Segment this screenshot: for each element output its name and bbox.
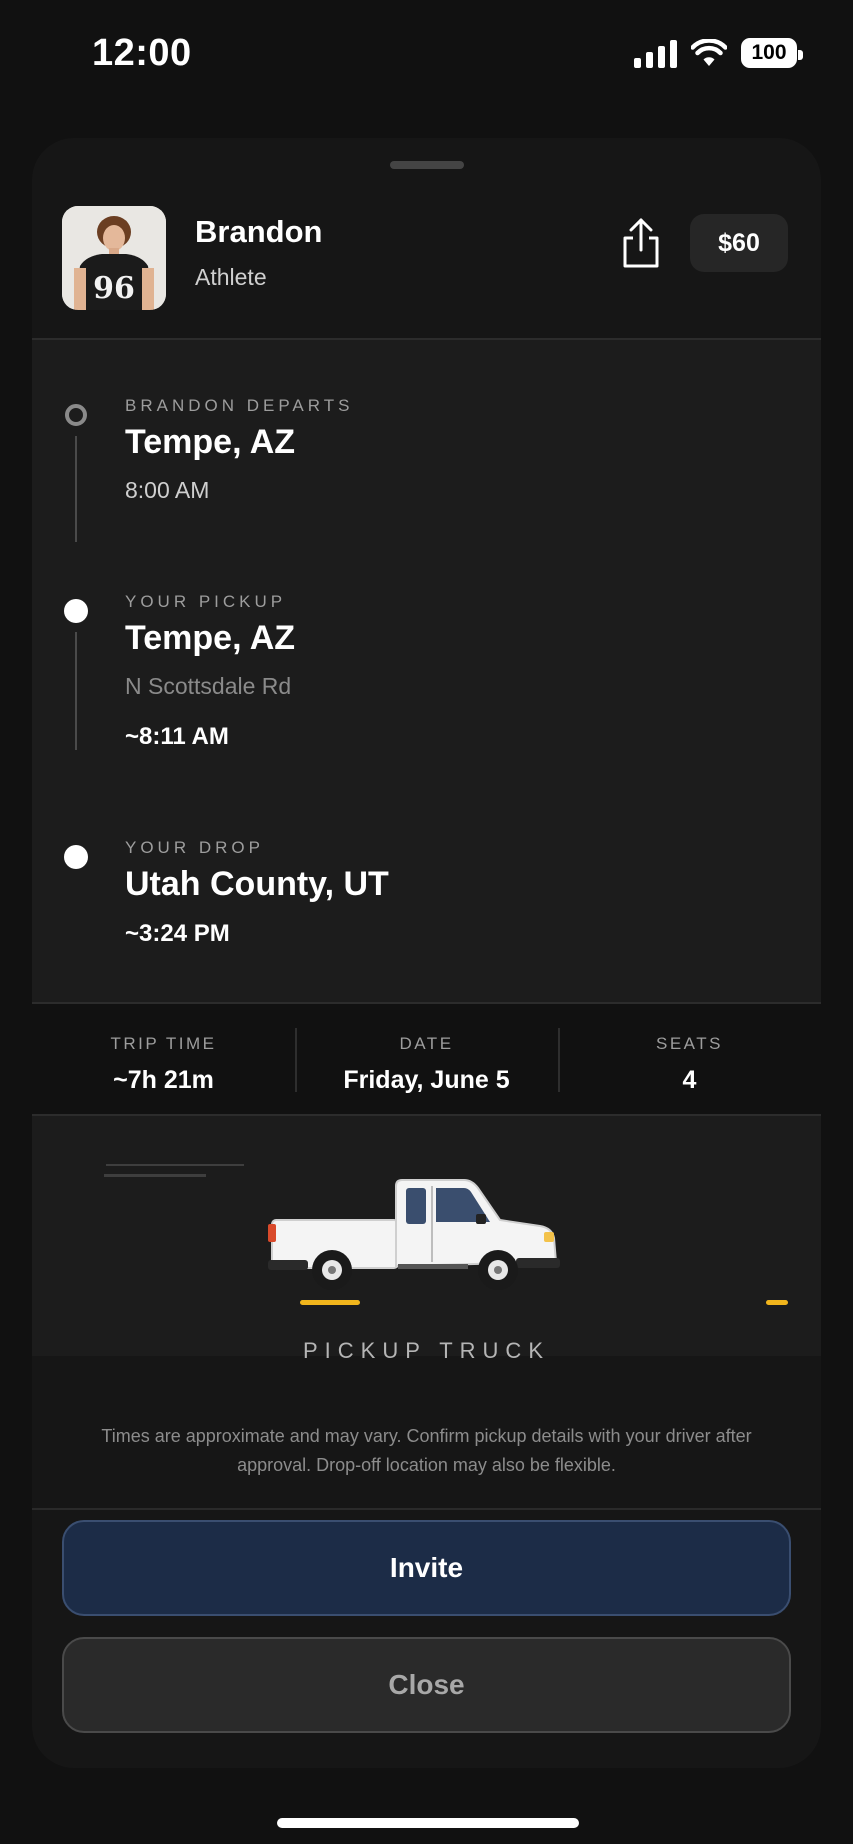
share-icon[interactable]: [616, 216, 666, 272]
price-badge[interactable]: $60: [690, 214, 788, 272]
stat-label: DATE: [399, 1034, 454, 1053]
timeline-line: [75, 632, 77, 750]
pickup-truck-illustration: [268, 1179, 560, 1290]
departure-dot-icon: [65, 404, 87, 426]
stat-label: TRIP TIME: [110, 1034, 217, 1053]
driver-role: Athlete: [195, 264, 267, 290]
wifi-icon: [691, 39, 727, 66]
drop-time: ~3:24 PM: [125, 920, 230, 947]
pickup-city: Tempe, AZ: [125, 619, 296, 657]
stat-value: 4: [682, 1066, 697, 1094]
stat-seats: SEATS 4: [558, 1004, 821, 1114]
vehicle-section: PICKUP TRUCK: [32, 1116, 821, 1363]
stat-trip-time: TRIP TIME ~7h 21m: [32, 1004, 295, 1114]
status-icons: 100: [634, 38, 803, 68]
driver-name: Brandon: [195, 214, 323, 249]
departure-label: BRANDON DEPARTS: [125, 396, 354, 415]
divider: [32, 1508, 821, 1510]
road-dash: [766, 1300, 788, 1305]
svg-text:96: 96: [93, 271, 135, 306]
trip-stats: TRIP TIME ~7h 21m DATE Friday, June 5 SE…: [32, 1004, 821, 1116]
drop-city: Utah County, UT: [125, 865, 389, 903]
speed-line: [106, 1164, 244, 1166]
road-dash: [300, 1300, 360, 1305]
invite-button[interactable]: Invite: [62, 1520, 791, 1616]
pickup-time: ~8:11 AM: [125, 723, 229, 750]
disclaimer-text: Times are approximate and may vary. Conf…: [101, 1426, 752, 1475]
pickup-street: N Scottsdale Rd: [125, 673, 292, 699]
status-bar: 12:00 100: [0, 0, 853, 110]
vehicle-type-label: PICKUP TRUCK: [302, 1338, 550, 1363]
driver-header: 96 Brandon Athlete $60: [32, 138, 821, 340]
status-time: 12:00: [92, 32, 192, 74]
driver-avatar[interactable]: 96: [62, 206, 166, 310]
drop-label: YOUR DROP: [125, 838, 264, 857]
route-timeline: BRANDON DEPARTS Tempe, AZ 8:00 AM YOUR P…: [32, 340, 821, 1004]
stat-value: ~7h 21m: [113, 1066, 214, 1094]
stat-label: SEATS: [656, 1034, 723, 1053]
stat-date: DATE Friday, June 5: [295, 1004, 558, 1114]
trip-detail-sheet: 96 Brandon Athlete $60 BRANDON DEPARTS T…: [32, 138, 821, 1768]
departure-city: Tempe, AZ: [125, 423, 296, 461]
pickup-dot-icon: [64, 599, 88, 623]
battery-level: 100: [751, 41, 787, 64]
close-button[interactable]: Close: [62, 1637, 791, 1733]
timeline-line: [75, 436, 77, 542]
home-indicator[interactable]: [277, 1818, 579, 1828]
battery-icon: 100: [741, 38, 803, 68]
departure-time: 8:00 AM: [125, 477, 210, 503]
cellular-signal-icon: [634, 38, 677, 68]
pickup-label: YOUR PICKUP: [125, 592, 287, 611]
speed-line: [104, 1174, 206, 1177]
drop-dot-icon: [64, 845, 88, 869]
screen: 12:00 100 96 Brandon Athlete $60 BRANDON…: [0, 0, 853, 1844]
stat-value: Friday, June 5: [343, 1066, 510, 1094]
